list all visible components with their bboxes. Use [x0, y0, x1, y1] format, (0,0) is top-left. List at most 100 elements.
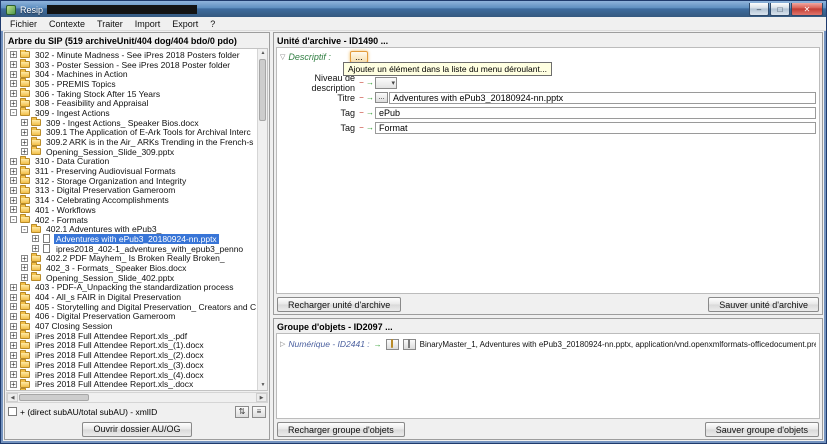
- tree-item[interactable]: -402 - Formats: [7, 215, 257, 225]
- tree-item[interactable]: +304 - Machines in Action: [7, 69, 257, 79]
- expand-node-icon[interactable]: +: [10, 332, 17, 339]
- collapse-triangle-icon[interactable]: ▽: [280, 53, 285, 61]
- tree-item[interactable]: -402.1 Adventures with ePub3_: [7, 224, 257, 234]
- expand-node-icon[interactable]: +: [10, 313, 17, 320]
- tree-item[interactable]: +402_3 - Formats_ Speaker Bios.docx: [7, 263, 257, 273]
- expand-node-icon[interactable]: +: [10, 303, 17, 310]
- open-object-file-button[interactable]: [403, 339, 416, 350]
- subau-xmlid-checkbox[interactable]: [8, 407, 17, 416]
- tree-item[interactable]: +iPres 2018 Full Attendee Report.xls_(2)…: [7, 350, 257, 360]
- tree-item[interactable]: +Opening_Session_Slide_402.pptx: [7, 273, 257, 283]
- tree-item[interactable]: +403 - PDF-A_Unpacking the standardizati…: [7, 283, 257, 293]
- reload-unit-button[interactable]: Recharger unité d'archive: [277, 297, 401, 312]
- expand-node-icon[interactable]: +: [10, 284, 17, 291]
- tree-item[interactable]: +302 - Minute Madness - See iPres 2018 P…: [7, 50, 257, 60]
- vertical-scroll-thumb[interactable]: [259, 59, 266, 121]
- tree-item[interactable]: +309.1 The Application of E-Ark Tools fo…: [7, 128, 257, 138]
- tree-item[interactable]: +310 - Data Curation: [7, 157, 257, 167]
- scroll-right-icon[interactable]: ▶: [256, 393, 267, 402]
- tree-item[interactable]: +401 - Workflows: [7, 205, 257, 215]
- expand-node-icon[interactable]: +: [10, 158, 17, 165]
- expand-node-icon[interactable]: +: [10, 51, 17, 58]
- tree-item[interactable]: +iPres 2018 Full Attendee Report.xls_.do…: [7, 379, 257, 389]
- tree-item[interactable]: +iPres 2018 Full Attendee Report.xls_(3)…: [7, 360, 257, 370]
- add-field-icon[interactable]: →: [365, 123, 375, 132]
- reload-group-button[interactable]: Recharger groupe d'objets: [277, 422, 405, 437]
- expand-node-icon[interactable]: +: [21, 129, 28, 136]
- expand-node-icon[interactable]: +: [10, 371, 17, 378]
- tree-item[interactable]: +309 - Ingest Actions_ Speaker Bios.docx: [7, 118, 257, 128]
- menu-import[interactable]: Import: [129, 18, 167, 30]
- menu-export[interactable]: Export: [166, 18, 204, 30]
- collapse-node-icon[interactable]: -: [21, 226, 28, 233]
- tree-item-selected[interactable]: +Adventures with ePub3_20180924-nn.pptx: [7, 234, 257, 244]
- collapse-node-icon[interactable]: -: [10, 109, 17, 116]
- tree-item[interactable]: +313 - Digital Preservation Gameroom: [7, 186, 257, 196]
- expand-node-icon[interactable]: +: [10, 352, 17, 359]
- field-options-button[interactable]: ...: [375, 92, 388, 103]
- expand-node-icon[interactable]: +: [10, 80, 17, 87]
- menu-traiter[interactable]: Traiter: [91, 18, 129, 30]
- expand-node-icon[interactable]: +: [21, 148, 28, 155]
- maximize-button[interactable]: □: [770, 3, 790, 16]
- tree-item[interactable]: +Opening_Session_Slide_309.pptx: [7, 147, 257, 157]
- tree-item[interactable]: +314 - Celebrating Accomplishments: [7, 195, 257, 205]
- add-field-icon[interactable]: →: [365, 78, 375, 87]
- menu-help[interactable]: ?: [204, 18, 221, 30]
- expand-node-icon[interactable]: +: [10, 177, 17, 184]
- expand-node-icon[interactable]: +: [10, 206, 17, 213]
- tree-item[interactable]: +407 Closing Session: [7, 321, 257, 331]
- expand-node-icon[interactable]: +: [21, 255, 28, 262]
- tree-item[interactable]: +404 - All_s FAIR in Digital Preservatio…: [7, 292, 257, 302]
- open-au-og-button[interactable]: Ouvrir dossier AU/OG: [82, 422, 191, 437]
- binary-object-row[interactable]: ▷ Numérique - ID2441 : → BinaryMaster_1,…: [280, 337, 816, 351]
- horizontal-scroll-thumb[interactable]: [19, 394, 89, 401]
- tree-item[interactable]: +309.2 ARK is in the Air_ ARKs Trending …: [7, 137, 257, 147]
- tree-item[interactable]: +303 - Poster Session - See iPres 2018 P…: [7, 60, 257, 70]
- scroll-left-icon[interactable]: ◀: [7, 393, 18, 402]
- expand-node-icon[interactable]: +: [10, 187, 17, 194]
- expand-node-icon[interactable]: +: [32, 245, 39, 252]
- tree-item[interactable]: +308 - Feasibility and Appraisal: [7, 98, 257, 108]
- close-button[interactable]: ✕: [791, 3, 823, 16]
- tree-item[interactable]: +iPres 2018 Full Attendee Report.xls_.pd…: [7, 331, 257, 341]
- sort-toggle-button[interactable]: ⇅: [235, 406, 249, 418]
- tree-item[interactable]: +306 - Taking Stock After 15 Years: [7, 89, 257, 99]
- title-bar[interactable]: Resip – □ ✕: [1, 1, 826, 17]
- horizontal-scroll-track[interactable]: [18, 393, 256, 402]
- field-value-input[interactable]: ePub: [375, 107, 816, 119]
- tree-vertical-scrollbar[interactable]: ▲ ▼: [257, 49, 267, 390]
- list-view-button[interactable]: ≡: [252, 406, 266, 418]
- expander-icon[interactable]: ▷: [280, 340, 285, 348]
- open-object-folder-button[interactable]: [386, 339, 399, 350]
- add-field-icon[interactable]: →: [365, 108, 375, 117]
- expand-node-icon[interactable]: +: [21, 139, 28, 146]
- scroll-down-icon[interactable]: ▼: [258, 381, 268, 390]
- remove-field-icon[interactable]: −: [358, 123, 365, 132]
- minimize-button[interactable]: –: [749, 3, 769, 16]
- menu-fichier[interactable]: Fichier: [4, 18, 43, 30]
- expand-node-icon[interactable]: +: [10, 100, 17, 107]
- expand-node-icon[interactable]: +: [21, 274, 28, 281]
- scroll-up-icon[interactable]: ▲: [258, 49, 268, 58]
- tree-item[interactable]: +iPres 2018 Full Attendee Report.xls_(1)…: [7, 341, 257, 351]
- remove-field-icon[interactable]: −: [358, 93, 365, 102]
- remove-field-icon[interactable]: −: [358, 108, 365, 117]
- expand-node-icon[interactable]: +: [10, 197, 17, 204]
- tree-item[interactable]: -309 - Ingest Actions: [7, 108, 257, 118]
- tree-item[interactable]: +402.2 PDF Mayhem_ Is Broken Really Brok…: [7, 253, 257, 263]
- expand-node-icon[interactable]: +: [10, 381, 17, 388]
- menu-contexte[interactable]: Contexte: [43, 18, 91, 30]
- expand-node-icon[interactable]: +: [10, 294, 17, 301]
- expand-node-icon[interactable]: +: [10, 168, 17, 175]
- tree-horizontal-scrollbar[interactable]: ◀ ▶: [6, 392, 268, 403]
- tree-item[interactable]: +305 - PREMIS Topics: [7, 79, 257, 89]
- tree-item[interactable]: +406 - Digital Preservation Gameroom: [7, 312, 257, 322]
- save-unit-button[interactable]: Sauver unité d'archive: [708, 297, 819, 312]
- tree-item[interactable]: +311 - Preserving Audiovisual Formats: [7, 166, 257, 176]
- tree-item[interactable]: +405 - Storytelling and Digital Preserva…: [7, 302, 257, 312]
- expand-node-icon[interactable]: +: [10, 342, 17, 349]
- expand-node-icon[interactable]: +: [32, 235, 39, 242]
- expand-node-icon[interactable]: +: [21, 264, 28, 271]
- expand-node-icon[interactable]: +: [10, 361, 17, 368]
